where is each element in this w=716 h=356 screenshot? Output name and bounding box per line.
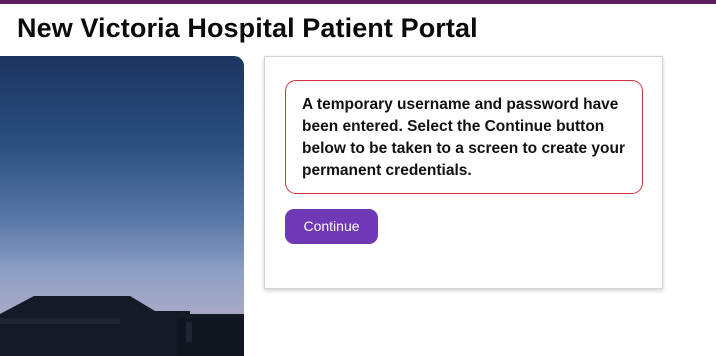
login-card: A temporary username and password have b… xyxy=(264,56,663,289)
hospital-hero-image xyxy=(0,56,244,356)
page-title: New Victoria Hospital Patient Portal xyxy=(17,13,478,43)
building-silhouette xyxy=(0,296,244,356)
top-accent-bar xyxy=(0,0,716,4)
temporary-credentials-notice: A temporary username and password have b… xyxy=(285,80,643,194)
notice-message: A temporary username and password have b… xyxy=(302,96,626,179)
continue-button[interactable]: Continue xyxy=(285,209,378,244)
